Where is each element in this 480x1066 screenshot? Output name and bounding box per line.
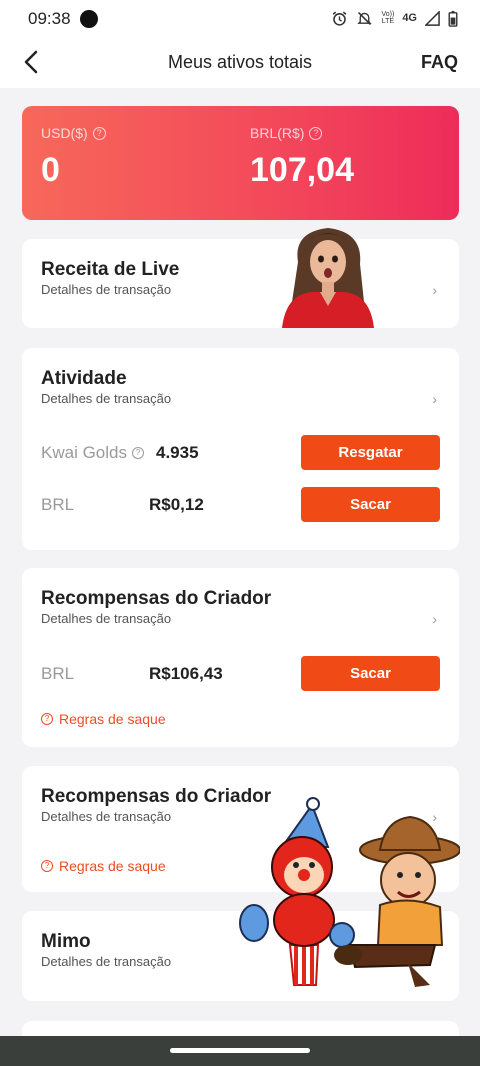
question-circle-icon[interactable]: ? (92, 126, 106, 140)
usd-balance: USD($) ? 0 (41, 125, 106, 190)
card-title: Receita de Live (41, 259, 180, 280)
card-subtitle: Detalhes de transação (41, 282, 172, 297)
brl-label: BRL (41, 664, 75, 683)
alarm-icon (333, 11, 347, 26)
card-subtitle: Detalhes de transação (41, 954, 172, 969)
brl-label: BRL(R$) (250, 125, 305, 141)
question-circle-icon[interactable]: ? (309, 126, 323, 140)
chevron-right-icon[interactable]: › (432, 282, 437, 298)
card-subtitle[interactable]: Detalhes de transação (41, 611, 171, 626)
withdraw-button[interactable]: Sacar (301, 487, 440, 522)
cartoon-characters-sticker-icon (239, 797, 460, 987)
redeem-button[interactable]: Resgatar (301, 435, 440, 470)
faq-button[interactable]: FAQ (421, 52, 458, 73)
brl-value: 107,04 (250, 151, 354, 189)
card-subtitle[interactable]: Detalhes de transação (41, 809, 171, 824)
mute-bell-icon (357, 11, 373, 25)
card-subtitle[interactable]: Detalhes de transação (41, 391, 171, 406)
balance-card: USD($) ? 0 BRL(R$) ? 107,04 (22, 106, 459, 220)
brl-value: R$106,43 (149, 664, 223, 683)
network-type: 4G (402, 12, 417, 24)
page-title: Meus ativos totais (167, 52, 313, 72)
brl-label: BRL (41, 495, 75, 514)
signal-icon (425, 10, 440, 26)
status-bar: 09:38 Vo)) LTE 4G (0, 0, 480, 38)
status-icons: Vo)) LTE 4G (331, 8, 458, 28)
notification-dot-icon (80, 10, 98, 28)
card-title: Mimo (41, 931, 91, 952)
creator-rewards-card: Recompensas do Criador Detalhes de trans… (22, 568, 459, 747)
header: Meus ativos totais FAQ (0, 38, 480, 88)
brl-value: R$0,12 (149, 495, 204, 514)
activity-card: Atividade Detalhes de transação › Kwai G… (22, 348, 459, 550)
chevron-right-icon[interactable]: › (432, 611, 437, 627)
usd-value: 0 (41, 151, 60, 189)
withdraw-rules-link[interactable]: ? Regras de saque (41, 858, 166, 874)
question-circle-icon[interactable]: ? (131, 447, 144, 459)
home-gesture-handle[interactable] (170, 1048, 310, 1053)
question-circle-icon: ? (41, 713, 53, 725)
woman-sticker-icon (282, 228, 374, 328)
navigation-bar (0, 1036, 480, 1066)
status-time: 09:38 (28, 9, 71, 28)
usd-label: USD($) (41, 125, 88, 141)
card-title: Atividade (41, 368, 127, 389)
volte-indicator: Vo)) LTE (381, 11, 395, 25)
brl-balance: BRL(R$) ? 107,04 (250, 125, 354, 190)
chevron-right-icon[interactable]: › (432, 391, 437, 407)
question-circle-icon: ? (41, 860, 53, 872)
battery-icon (448, 10, 458, 27)
kwai-golds-label: Kwai Golds ? (41, 443, 144, 463)
card-title: Recompensas do Criador (41, 588, 272, 609)
live-revenue-card[interactable]: Receita de Live Detalhes de transação › (22, 239, 459, 328)
withdraw-rules-link[interactable]: ? Regras de saque (41, 711, 166, 727)
kwai-golds-value: 4.935 (156, 443, 199, 462)
withdraw-button[interactable]: Sacar (301, 656, 440, 691)
